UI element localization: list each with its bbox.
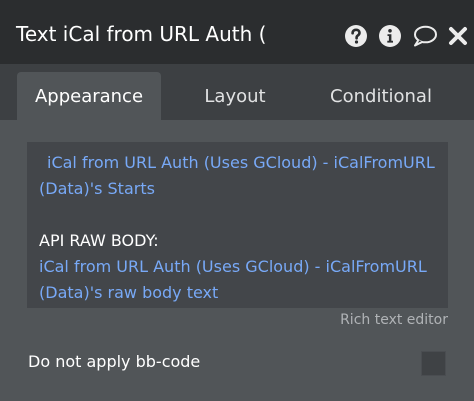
panel-header[interactable]: Text iCal from URL Auth ( (0, 0, 474, 64)
tab-conditional[interactable]: Conditional (316, 72, 446, 120)
editor-line-2: (Data)'s Starts (39, 179, 155, 198)
rich-text-editor-caption: Rich text editor (340, 312, 448, 328)
tab-bar: Appearance Layout Conditional (0, 64, 474, 120)
dynamic-expression-starts[interactable]: iCal from URL Auth (Uses GCloud) - iCalF… (39, 150, 436, 202)
tab-layout[interactable]: Layout (180, 72, 290, 120)
editor-line-5: (Data)'s raw body text (39, 283, 219, 302)
info-icon[interactable] (378, 24, 402, 48)
tab-appearance[interactable]: Appearance (17, 72, 161, 120)
dynamic-expression-raw-body[interactable]: iCal from URL Auth (Uses GCloud) - iCalF… (39, 254, 436, 306)
property-editor-panel: Text iCal from URL Auth (Appearance Lay… (0, 0, 474, 401)
header-actions (334, 24, 468, 48)
bbcode-checkbox[interactable] (421, 351, 446, 376)
panel-title: Text iCal from URL Auth ( (16, 22, 267, 46)
close-icon[interactable] (448, 26, 468, 46)
editor-blank-line (39, 202, 436, 228)
editor-line-4: iCal from URL Auth (Uses GCloud) - iCalF… (39, 257, 427, 276)
help-icon[interactable] (344, 24, 368, 48)
rich-text-editor[interactable]: iCal from URL Auth (Uses GCloud) - iCalF… (27, 142, 448, 308)
comment-icon[interactable] (412, 24, 438, 48)
editor-line-3: API RAW BODY: (39, 231, 159, 250)
bbcode-label: Do not apply bb-code (28, 352, 201, 371)
editor-line-1: iCal from URL Auth (Uses GCloud) - iCalF… (47, 153, 435, 172)
